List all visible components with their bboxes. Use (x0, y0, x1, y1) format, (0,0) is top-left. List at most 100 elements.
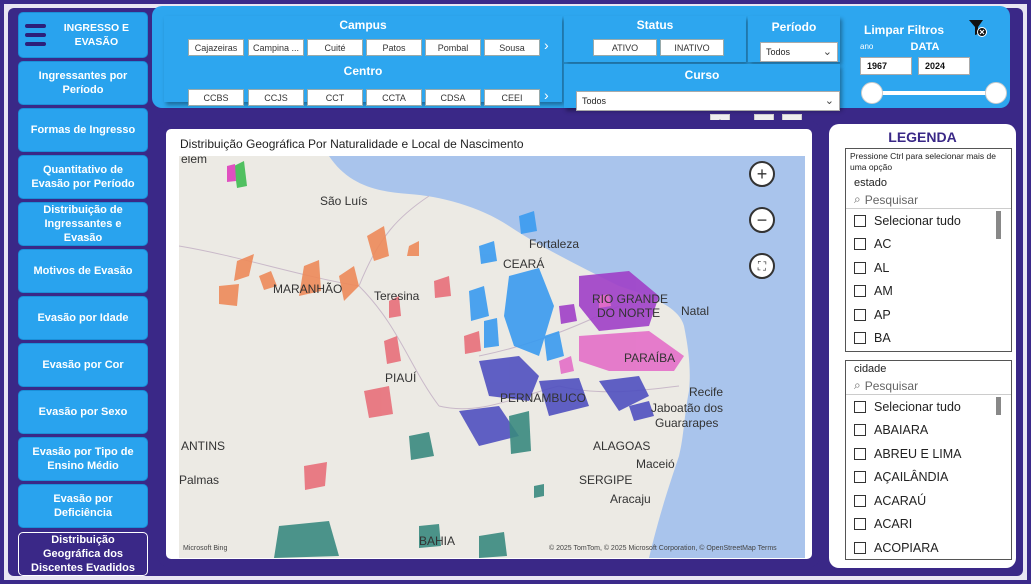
campus-chip-pombal[interactable]: Pombal (425, 39, 481, 56)
nav-item-cor[interactable]: Evasão por Cor (18, 343, 148, 387)
menu-icon (25, 22, 46, 48)
campus-next-icon[interactable]: › (544, 37, 549, 53)
periodo-dropdown[interactable]: Todos ⌄ (760, 42, 838, 62)
map-label: PERNAMBUCO (500, 391, 586, 405)
estado-scrollbar[interactable] (996, 211, 1001, 239)
chevron-down-icon: ⌄ (822, 46, 832, 58)
estado-option[interactable]: Selecionar tudo (846, 209, 1011, 233)
centro-chip-ccjs[interactable]: CCJS (248, 89, 304, 106)
ano-label: ano (860, 42, 874, 51)
centro-title: Centro (343, 64, 383, 78)
map-label: Aracaju (610, 492, 651, 506)
data-slider-end-handle[interactable] (985, 82, 1007, 104)
centro-chip-ccta[interactable]: CCTA (366, 89, 422, 106)
estado-label: estado (854, 177, 888, 189)
nav-item-ensino-medio[interactable]: Evasão por Tipo de Ensino Médio (18, 437, 148, 481)
nav-item-motivos[interactable]: Motivos de Evasão (18, 249, 148, 293)
map-svg: elem São Luís Fortaleza CEARÁ MARANHÃO T… (179, 156, 805, 558)
estado-option[interactable]: AP (846, 303, 1011, 327)
legend-panel: LEGENDA Pressione Ctrl para selecionar m… (829, 124, 1016, 568)
cidade-option[interactable]: ABAIARA (846, 419, 1011, 443)
map-label: Recife (689, 385, 723, 399)
map-attribution: © 2025 TomTom, © 2025 Microsoft Corporat… (549, 544, 777, 552)
cidade-search[interactable]: ⌕ Pesquisar (846, 377, 1011, 395)
campus-chip-cuite[interactable]: Cuité (307, 39, 363, 56)
data-slider-start-handle[interactable] (861, 82, 883, 104)
nav-item-formas-ingresso[interactable]: Formas de Ingresso (18, 108, 148, 152)
estado-option[interactable]: AL (846, 256, 1011, 280)
checkbox[interactable] (854, 332, 866, 345)
limpar-filtros-button[interactable]: Limpar Filtros (858, 23, 950, 37)
cidade-option[interactable]: Selecionar tudo (846, 395, 1011, 419)
centro-chip-cdsa[interactable]: CDSA (425, 89, 481, 106)
map-label: RIO GRANDE (592, 292, 668, 306)
map-label: São Luís (320, 194, 367, 208)
checkbox[interactable] (854, 400, 866, 413)
map-label: SERGIPE (579, 473, 632, 487)
estado-search[interactable]: ⌕ Pesquisar (846, 191, 1011, 209)
chevron-down-icon: ⌄ (824, 95, 834, 107)
nav-item-quantitativo-evasao[interactable]: Quantitativo de Evasão por Período (18, 155, 148, 199)
checkbox[interactable] (854, 471, 866, 484)
campus-chip-campina[interactable]: Campina ... (248, 39, 304, 56)
map-label: MARANHÃO (273, 282, 342, 296)
nav-item-geografica[interactable]: Distribuição Geográfica dos Discentes Ev… (18, 532, 148, 576)
checkbox[interactable] (854, 285, 866, 298)
data-start-input[interactable]: 1967 (860, 57, 912, 75)
map-canvas[interactable]: elem São Luís Fortaleza CEARÁ MARANHÃO T… (179, 156, 805, 558)
campus-chip-sousa[interactable]: Sousa (484, 39, 540, 56)
estado-option[interactable]: BA (846, 327, 1011, 351)
map-title: Distribuição Geográfica Por Naturalidade… (180, 137, 524, 151)
cidade-scrollbar[interactable] (996, 397, 1001, 415)
map-label: Palmas (179, 473, 219, 487)
checkbox[interactable] (854, 494, 866, 507)
estado-option[interactable]: AM (846, 280, 1011, 304)
centro-chip-ccbs[interactable]: CCBS (188, 89, 244, 106)
checkbox[interactable] (854, 541, 866, 554)
nav-item-ingressantes[interactable]: Ingressantes por Período (18, 61, 148, 105)
cidade-label: cidade (854, 363, 887, 375)
centro-chip-ceei[interactable]: CEEI (484, 89, 540, 106)
checkbox[interactable] (854, 261, 866, 274)
clear-filter-icon[interactable] (968, 19, 988, 37)
centro-chip-cct[interactable]: CCT (307, 89, 363, 106)
estado-option[interactable]: AC (846, 233, 1011, 257)
status-chip-ativo[interactable]: ATIVO (593, 39, 657, 56)
nav-item-idade[interactable]: Evasão por Idade (18, 296, 148, 340)
map-label: BAHIA (419, 534, 455, 548)
status-chip-inativo[interactable]: INATIVO (660, 39, 724, 56)
zoom-out-icon[interactable]: − (749, 207, 775, 233)
cidade-option[interactable]: ABREU E LIMA (846, 442, 1011, 466)
cidade-option[interactable]: ACOPIARA (846, 536, 1011, 560)
cidade-option[interactable]: ACARI (846, 513, 1011, 537)
checkbox[interactable] (854, 424, 866, 437)
checkbox[interactable] (854, 518, 866, 531)
data-slider-track (872, 91, 996, 95)
curso-title: Curso (684, 68, 720, 82)
curso-dropdown[interactable]: Todos ⌄ (576, 91, 840, 111)
nav-item-deficiencia[interactable]: Evasão por Deficiência (18, 484, 148, 528)
checkbox[interactable] (854, 308, 866, 321)
campus-chip-cajazeiras[interactable]: Cajazeiras (188, 39, 244, 56)
map-label: Teresina (374, 289, 420, 303)
nav-item-sexo[interactable]: Evasão por Sexo (18, 390, 148, 434)
status-title: Status (636, 18, 674, 32)
map-label: ANTINS (181, 439, 225, 453)
cidade-option[interactable]: ACARAÚ (846, 489, 1011, 513)
checkbox[interactable] (854, 447, 866, 460)
filter-panel: Campus Cajazeiras Campina ... Cuité Pato… (152, 6, 1010, 111)
zoom-in-icon[interactable]: + (749, 161, 775, 187)
nav-header-label: INGRESSO E EVASÃO (63, 22, 130, 48)
search-icon: ⌕ (854, 378, 861, 392)
map-label: elem (181, 156, 207, 166)
checkbox[interactable] (854, 238, 866, 251)
campus-chip-patos[interactable]: Patos (366, 39, 422, 56)
data-end-input[interactable]: 2024 (918, 57, 970, 75)
nav-header[interactable]: INGRESSO E EVASÃO (18, 12, 148, 58)
nav-item-distribuicao[interactable]: Distribuição de Ingressantes e Evasão (18, 202, 148, 246)
centro-next-icon[interactable]: › (544, 87, 549, 103)
select-region-icon[interactable]: ⛶ (749, 253, 775, 279)
checkbox[interactable] (854, 214, 866, 227)
cidade-option[interactable]: AÇAILÂNDIA (846, 466, 1011, 490)
map-label: Fortaleza (529, 237, 579, 251)
